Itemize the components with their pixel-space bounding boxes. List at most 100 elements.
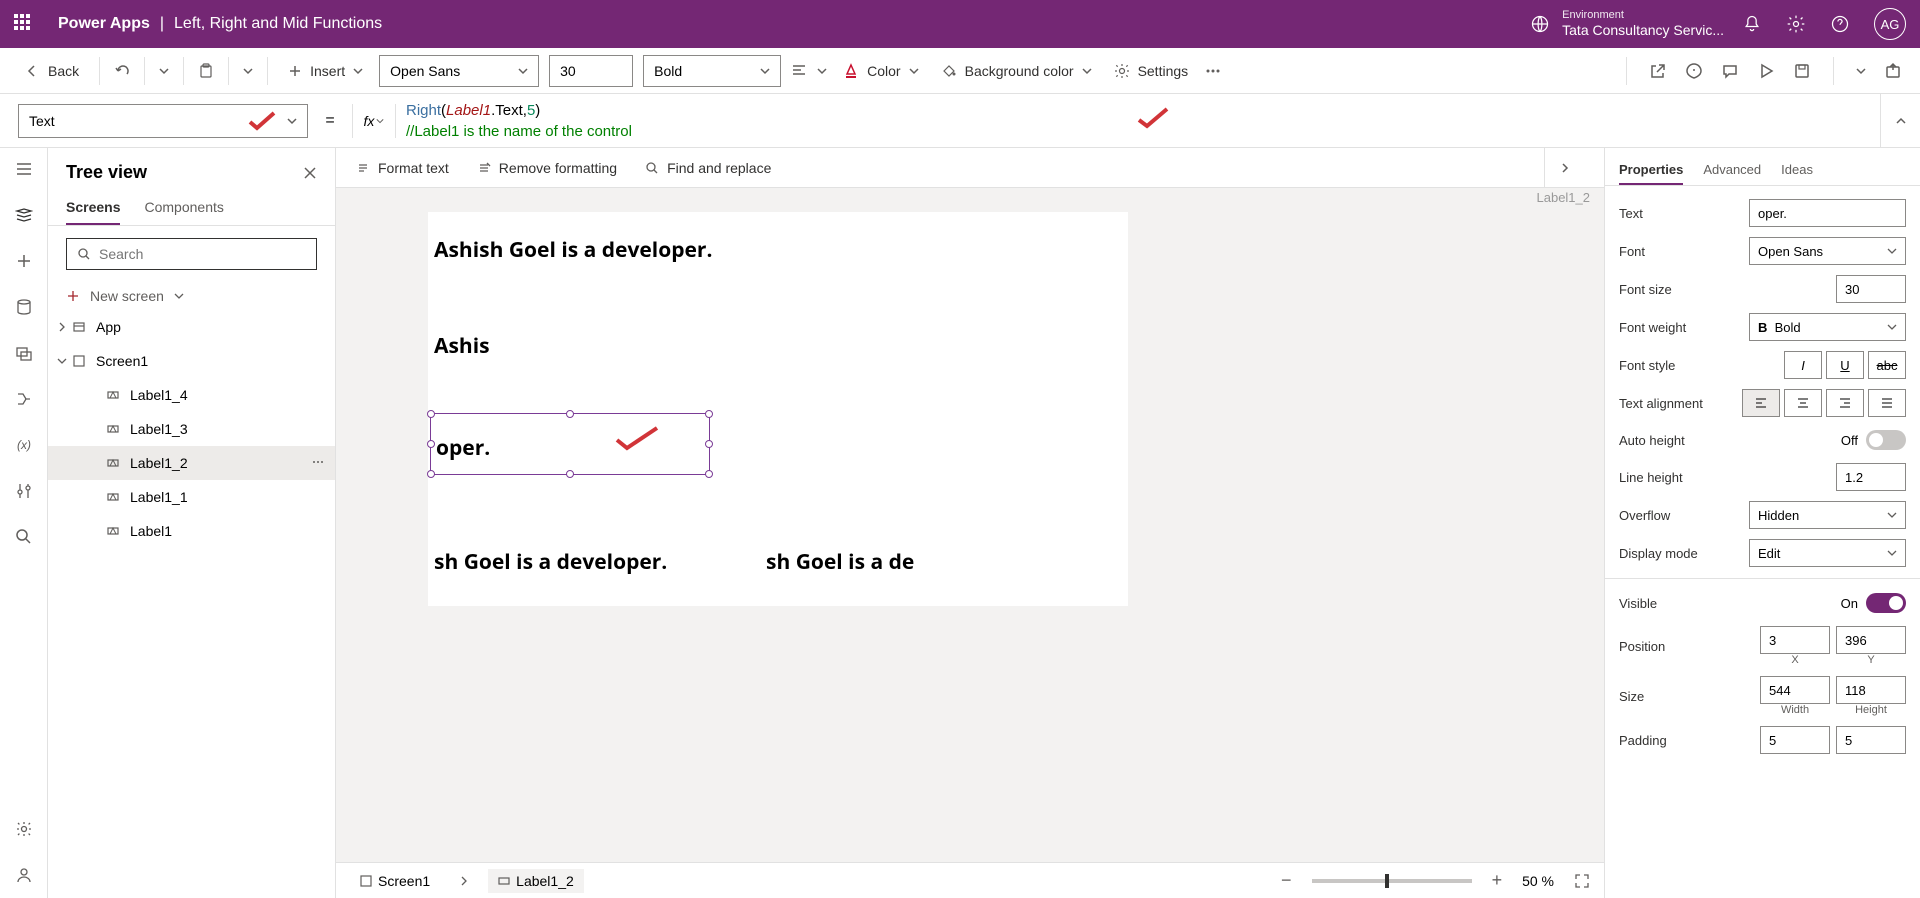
undo-icon[interactable] <box>114 63 130 79</box>
canvas-collapse-icon[interactable] <box>1544 148 1584 188</box>
canvas-label-4[interactable]: sh Goel is a developer. <box>434 548 667 576</box>
insert-rail-icon[interactable] <box>15 252 33 270</box>
save-icon[interactable] <box>1793 62 1811 80</box>
prop-displaymode-select[interactable]: Edit <box>1749 539 1906 567</box>
settings-button[interactable]: Settings <box>1108 59 1195 83</box>
canvas-label-5[interactable]: sh Goel is a de <box>766 548 914 576</box>
insert-button[interactable]: Insert <box>282 59 369 83</box>
more-icon[interactable] <box>1204 62 1222 80</box>
align-center-button[interactable] <box>1784 389 1822 417</box>
canvas-label-2[interactable]: Ashis <box>434 332 490 360</box>
settings-icon[interactable] <box>1786 14 1806 34</box>
media-icon[interactable] <box>15 344 33 362</box>
prop-padding-bottom-input[interactable] <box>1836 726 1906 754</box>
breadcrumb-screen[interactable]: Screen1 <box>350 869 440 893</box>
tab-ideas[interactable]: Ideas <box>1781 156 1813 185</box>
prop-overflow-select[interactable]: Hidden <box>1749 501 1906 529</box>
bgcolor-button[interactable]: Background color <box>935 59 1098 83</box>
canvas-label-3[interactable]: oper. <box>436 434 490 462</box>
expand-formula-icon[interactable] <box>1880 94 1920 148</box>
environment-icon <box>1530 14 1550 34</box>
align-dropdown-icon[interactable] <box>817 66 827 76</box>
zoom-slider[interactable] <box>1312 879 1472 883</box>
tools-icon[interactable] <box>15 482 33 500</box>
tab-advanced[interactable]: Advanced <box>1703 156 1761 185</box>
tree-search[interactable] <box>66 238 317 270</box>
user-avatar[interactable]: AG <box>1874 8 1906 40</box>
search-rail-icon[interactable] <box>15 528 33 546</box>
tab-screens[interactable]: Screens <box>66 191 120 225</box>
tree-item-app[interactable]: App <box>48 310 335 344</box>
color-button[interactable]: Color <box>837 59 924 83</box>
tree-search-input[interactable] <box>99 246 306 262</box>
align-right-button[interactable] <box>1826 389 1864 417</box>
publish-icon[interactable] <box>1884 62 1902 80</box>
tab-components[interactable]: Components <box>144 191 223 225</box>
canvas-screen[interactable]: Ashish Goel is a developer. Ashis oper. … <box>428 212 1128 606</box>
prop-width-input[interactable] <box>1760 676 1830 704</box>
formula-input[interactable]: Right(Label1.Text,5) //Label1 is the nam… <box>396 94 1880 148</box>
prop-y-input[interactable] <box>1836 626 1906 654</box>
property-selector[interactable]: Text <box>18 104 308 138</box>
play-icon[interactable] <box>1757 62 1775 80</box>
tree-item-screen1[interactable]: Screen1 <box>48 344 335 378</box>
strike-button[interactable]: abc <box>1868 351 1906 379</box>
appchecker-icon[interactable] <box>1685 62 1703 80</box>
tree-item-label1-4[interactable]: Label1_4 <box>48 378 335 412</box>
waffle-icon[interactable] <box>14 14 34 34</box>
variables-icon[interactable]: (x) <box>15 436 33 454</box>
prop-fontsize-input[interactable] <box>1836 275 1906 303</box>
flow-icon[interactable] <box>15 390 33 408</box>
fx-button[interactable]: fx <box>352 104 396 138</box>
back-button[interactable]: Back <box>18 59 85 83</box>
tree-item-more-icon[interactable] <box>311 455 325 472</box>
prop-text-input[interactable] <box>1749 199 1906 227</box>
close-panel-icon[interactable] <box>303 166 317 180</box>
tree-item-label1[interactable]: Label1 <box>48 514 335 548</box>
settings-rail-icon[interactable] <box>15 820 33 838</box>
align-left-button[interactable] <box>1742 389 1780 417</box>
prop-height-input[interactable] <box>1836 676 1906 704</box>
prop-fontweight-select[interactable]: B Bold <box>1749 313 1906 341</box>
treeview-icon[interactable] <box>15 206 33 224</box>
visible-toggle[interactable] <box>1866 593 1906 613</box>
prop-padding-top-input[interactable] <box>1760 726 1830 754</box>
zoom-in-icon[interactable]: + <box>1492 870 1503 891</box>
undo-dropdown-icon[interactable] <box>159 66 169 76</box>
fontsize-input[interactable]: 30 <box>549 55 633 87</box>
save-dropdown-icon[interactable] <box>1856 66 1866 76</box>
breadcrumb-selected[interactable]: Label1_2 <box>488 869 584 893</box>
notifications-icon[interactable] <box>1742 14 1762 34</box>
find-replace-button[interactable]: Find and replace <box>645 160 771 176</box>
remove-format-button[interactable]: Remove formatting <box>477 160 617 176</box>
tab-properties[interactable]: Properties <box>1619 156 1683 185</box>
share-icon[interactable] <box>1649 62 1667 80</box>
fontweight-dropdown[interactable]: Bold <box>643 55 781 87</box>
data-icon[interactable] <box>15 298 33 316</box>
tree-item-label1-3[interactable]: Label1_3 <box>48 412 335 446</box>
prop-x-input[interactable] <box>1760 626 1830 654</box>
align-justify-button[interactable] <box>1868 389 1906 417</box>
canvas-label-1[interactable]: Ashish Goel is a developer. <box>434 236 712 264</box>
help-icon[interactable] <box>1830 14 1850 34</box>
environment-picker[interactable]: Environment Tata Consultancy Servic... <box>1530 9 1724 39</box>
prop-font-select[interactable]: Open Sans <box>1749 237 1906 265</box>
paste-dropdown-icon[interactable] <box>243 66 253 76</box>
format-text-button[interactable]: Format text <box>356 160 449 176</box>
prop-lineheight-input[interactable] <box>1836 463 1906 491</box>
zoom-out-icon[interactable]: − <box>1281 870 1292 891</box>
font-dropdown[interactable]: Open Sans <box>379 55 539 87</box>
tree-item-label1-2[interactable]: Label1_2 <box>48 446 335 480</box>
paste-icon[interactable] <box>198 63 214 79</box>
canvas-viewport[interactable]: Label1_2 Ashish Goel is a developer. Ash… <box>336 188 1604 862</box>
virtualagent-icon[interactable] <box>15 866 33 884</box>
tree-item-label1-1[interactable]: Label1_1 <box>48 480 335 514</box>
italic-button[interactable]: I <box>1784 351 1822 379</box>
comments-icon[interactable] <box>1721 62 1739 80</box>
hamburger-icon[interactable] <box>15 160 33 178</box>
align-icon[interactable] <box>791 63 807 79</box>
fit-icon[interactable] <box>1574 873 1590 889</box>
underline-button[interactable]: U <box>1826 351 1864 379</box>
new-screen-button[interactable]: New screen <box>48 282 335 310</box>
autoheight-toggle[interactable] <box>1866 430 1906 450</box>
